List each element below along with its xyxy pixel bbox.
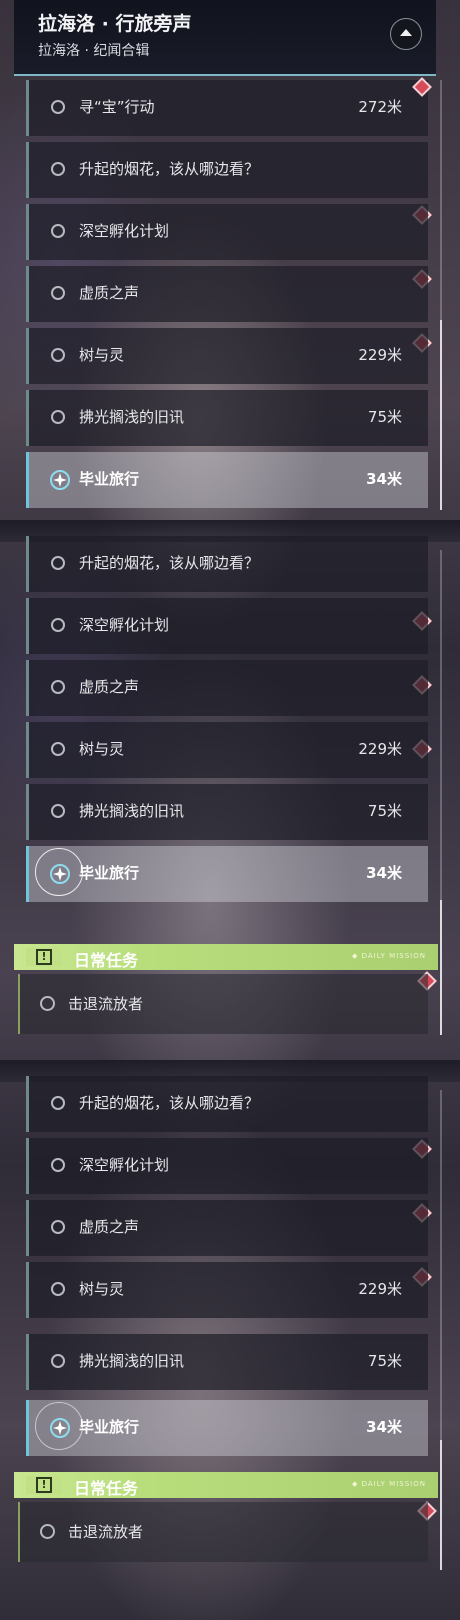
quest-header[interactable]: 拉海洛 · 行旅旁声 拉海洛 · 纪闻合辑 (14, 0, 436, 76)
daily-mission-tag: ◆ DAILY MISSION (351, 952, 426, 960)
daily-mission-header[interactable]: ! 日常任务 ◆ DAILY MISSION (14, 1472, 438, 1498)
quest-status-icon (40, 1524, 55, 1539)
header-subtitle: 拉海洛 · 纪闻合辑 (38, 43, 150, 59)
daily-quest-row[interactable]: 击退流放者 (18, 974, 428, 1034)
quest-distance: 34米 (366, 470, 402, 488)
quest-status-icon (51, 1096, 65, 1110)
quest-status-icon (40, 996, 55, 1011)
quest-label: 击退流放者 (68, 995, 144, 1013)
quest-label: 树与灵 (79, 346, 125, 364)
quest-label: 拂光搁浅的旧讯 (79, 802, 185, 820)
quest-row[interactable]: 虚质之声 (26, 660, 428, 716)
quest-label: 虚质之声 (79, 1218, 140, 1236)
quest-row-tracked[interactable]: 毕业旅行 34米 (26, 846, 428, 902)
quest-row[interactable]: 升起的烟花，该从哪边看？ (26, 142, 428, 198)
compass-star-icon (50, 470, 70, 490)
quest-status-icon (51, 162, 65, 176)
quest-status-icon (51, 100, 65, 114)
quest-label: 拂光搁浅的旧讯 (79, 408, 185, 426)
daily-mission-title: 日常任务 (74, 951, 139, 970)
daily-mission-title: 日常任务 (74, 1479, 139, 1498)
quest-label: 升起的烟花，该从哪边看？ (79, 160, 260, 178)
quest-row[interactable]: 升起的烟花，该从哪边看？ (26, 1076, 428, 1132)
quest-label: 升起的烟花，该从哪边看？ (79, 1094, 260, 1112)
header-title: 拉海洛 · 行旅旁声 (38, 13, 192, 35)
alert-box-icon: ! (26, 1476, 62, 1494)
quest-row-tracked[interactable]: 毕业旅行 34米 (26, 1400, 428, 1456)
quest-distance: 75米 (367, 408, 402, 426)
quest-status-icon (51, 1282, 65, 1296)
quest-row[interactable]: 拂光搁浅的旧讯 75米 (26, 784, 428, 840)
quest-status-icon (51, 224, 65, 238)
quest-status-icon (51, 804, 65, 818)
quest-row[interactable]: 树与灵 229米 (26, 1262, 428, 1318)
quest-distance: 272米 (358, 98, 402, 116)
quest-label: 毕业旅行 (79, 1418, 140, 1436)
collapse-button[interactable] (390, 18, 422, 50)
quest-row[interactable]: 寻“宝”行动 272米 (26, 80, 428, 136)
scrollbar-thumb[interactable] (440, 1440, 442, 1570)
quest-row[interactable]: 拂光搁浅的旧讯 75米 (26, 390, 428, 446)
collapse-up-icon (400, 29, 412, 36)
quest-row[interactable]: 树与灵 229米 (26, 328, 428, 384)
quest-label: 深空孵化计划 (79, 616, 170, 634)
quest-label: 虚质之声 (79, 284, 140, 302)
daily-mission-tag: ◆ DAILY MISSION (351, 1480, 426, 1488)
quest-row[interactable]: 虚质之声 (26, 1200, 428, 1256)
quest-label: 升起的烟花，该从哪边看？ (79, 554, 260, 572)
quest-label: 毕业旅行 (79, 864, 140, 882)
quest-distance: 75米 (367, 802, 402, 820)
quest-status-icon (51, 286, 65, 300)
quest-row[interactable]: 树与灵 229米 (26, 722, 428, 778)
compass-star-icon (50, 864, 70, 884)
quest-label: 深空孵化计划 (79, 1156, 170, 1174)
quest-row[interactable]: 深空孵化计划 (26, 1138, 428, 1194)
quest-row[interactable]: 深空孵化计划 (26, 598, 428, 654)
quest-row[interactable]: 深空孵化计划 (26, 204, 428, 260)
scrollbar-thumb[interactable] (440, 900, 442, 1035)
quest-label: 寻“宝”行动 (79, 98, 155, 116)
compass-star-icon (50, 1418, 70, 1438)
quest-status-icon (51, 742, 65, 756)
quest-label: 击退流放者 (68, 1523, 144, 1541)
daily-mission-header[interactable]: ! 日常任务 ◆ DAILY MISSION (14, 944, 438, 970)
quest-status-icon (51, 556, 65, 570)
quest-distance: 229米 (358, 740, 402, 758)
quest-distance: 229米 (358, 346, 402, 364)
quest-row[interactable]: 虚质之声 (26, 266, 428, 322)
quest-status-icon (51, 410, 65, 424)
quest-label: 虚质之声 (79, 678, 140, 696)
quest-status-icon (51, 1354, 65, 1368)
quest-label: 树与灵 (79, 740, 125, 758)
quest-status-icon (51, 1158, 65, 1172)
daily-quest-row[interactable]: 击退流放者 (18, 1502, 428, 1562)
quest-row[interactable]: 升起的烟花，该从哪边看？ (26, 536, 428, 592)
quest-status-icon (51, 680, 65, 694)
scrollbar-thumb[interactable] (440, 320, 442, 510)
quest-status-icon (51, 1220, 65, 1234)
quest-label: 毕业旅行 (79, 470, 140, 488)
quest-label: 深空孵化计划 (79, 222, 170, 240)
quest-distance: 34米 (366, 864, 402, 882)
quest-status-icon (51, 618, 65, 632)
quest-status-icon (51, 348, 65, 362)
quest-row-tracked[interactable]: 毕业旅行 34米 (26, 452, 428, 508)
quest-row[interactable]: 拂光搁浅的旧讯 75米 (26, 1334, 428, 1390)
quest-distance: 229米 (358, 1280, 402, 1298)
quest-distance: 75米 (367, 1352, 402, 1370)
quest-label: 树与灵 (79, 1280, 125, 1298)
alert-box-icon: ! (26, 948, 62, 966)
quest-label: 拂光搁浅的旧讯 (79, 1352, 185, 1370)
quest-distance: 34米 (366, 1418, 402, 1436)
